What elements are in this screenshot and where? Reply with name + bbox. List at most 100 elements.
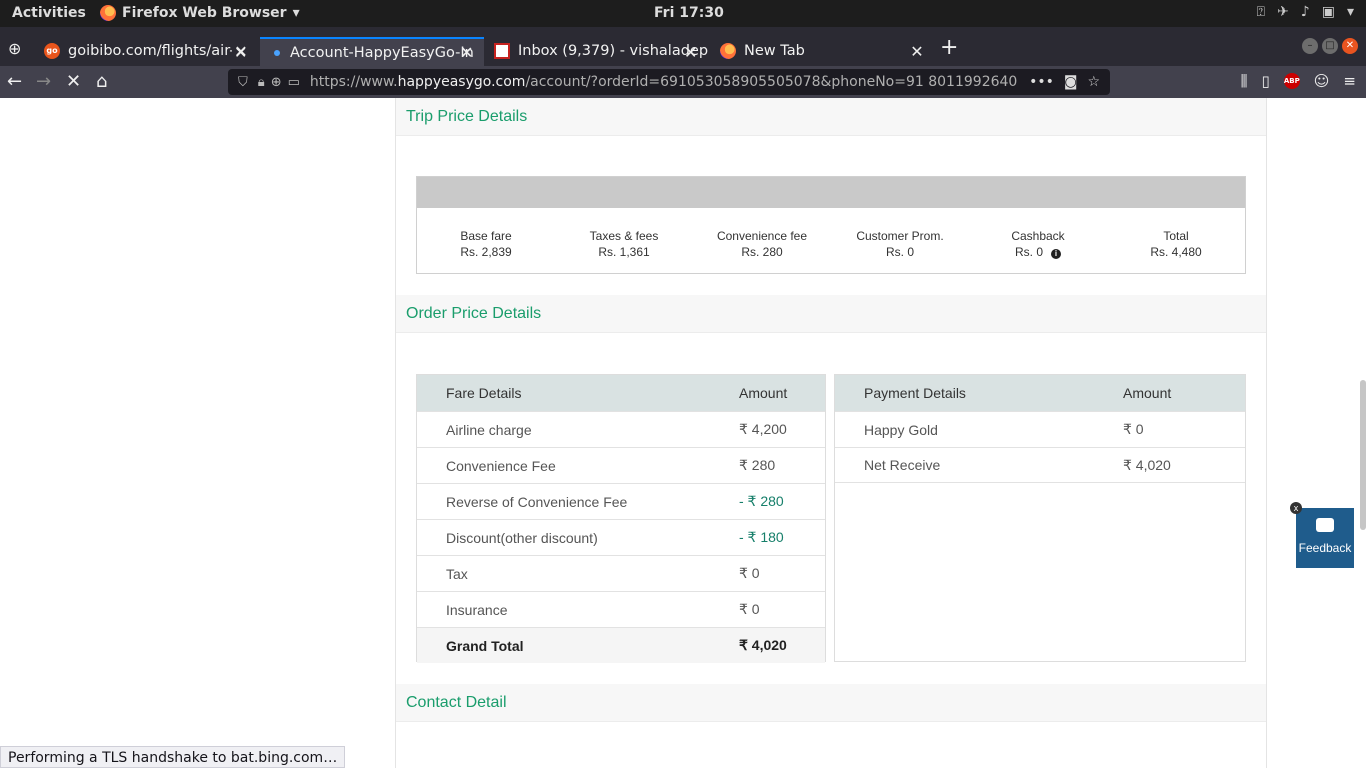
table-row: Insurance ₹ 0: [417, 591, 825, 627]
trip-price-box: Base fare Rs. 2,839 Taxes & fees Rs. 1,361…: [416, 176, 1246, 274]
trip-price-taxes: Taxes & fees Rs. 1,361: [555, 228, 693, 260]
app-menu[interactable]: Firefox Web Browser ▾: [100, 5, 300, 21]
adblock-plus-icon[interactable]: ABP: [1283, 73, 1300, 89]
trip-price-base-fare: Base fare Rs. 2,839: [417, 228, 555, 260]
price-label: Customer Prom.: [856, 229, 944, 243]
price-label: Cashback: [1011, 229, 1065, 243]
trip-price-header-bar: [417, 177, 1245, 208]
activities-button[interactable]: Activities: [12, 5, 86, 21]
shield-icon[interactable]: ⛉: [238, 75, 248, 90]
goibibo-favicon-icon: go: [44, 43, 60, 59]
library-icon[interactable]: ⫼: [1241, 72, 1248, 90]
tab-goibibo[interactable]: go goibibo.com/flights/air-C ✕: [36, 36, 258, 66]
payment-label: Net Receive: [864, 457, 941, 473]
page-scrollbar[interactable]: [1360, 380, 1366, 530]
price-value: Rs. 0: [1014, 245, 1043, 259]
price-value: Rs. 1,361: [598, 245, 650, 259]
fare-amount: - ₹ 180: [739, 529, 784, 545]
chat-bubble-icon: [1316, 518, 1334, 532]
trip-price-customer-prom: Customer Prom. Rs. 0: [831, 228, 969, 260]
grand-total-row: Grand Total ₹ 4,020: [417, 627, 825, 663]
tab-title: Inbox (9,379) - vishaladep: [518, 43, 708, 59]
sidebar-icon[interactable]: ▯: [1262, 72, 1270, 90]
fare-amount: ₹ 4,200: [739, 421, 787, 437]
chevron-down-icon: ▾: [292, 5, 300, 21]
close-icon[interactable]: ✕: [908, 42, 926, 61]
booking-card: Trip Price Details Base fare Rs. 2,839 Ta…: [395, 98, 1267, 768]
price-value: Rs. 4,480: [1150, 245, 1202, 259]
tab-happyeasygo[interactable]: Account-HappyEasyGo-In: [260, 37, 484, 67]
reader-view-icon[interactable]: ▭: [288, 75, 300, 90]
battery-icon: ▣: [1321, 4, 1335, 20]
permissions-icon[interactable]: ⊕: [271, 75, 282, 90]
trip-price-convenience: Convenience fee Rs. 280: [693, 228, 831, 260]
minimize-icon[interactable]: –: [1302, 38, 1318, 54]
order-price-heading: Order Price Details: [396, 295, 1266, 333]
feedback-button[interactable]: x Feedback: [1290, 502, 1354, 568]
firefox-icon: [720, 43, 736, 59]
payment-details-table: Payment Details Amount Happy Gold ₹ 0 Net…: [834, 374, 1246, 662]
extension-icon[interactable]: ☺: [1314, 72, 1330, 90]
fare-label: Reverse of Convenience Fee: [446, 493, 628, 510]
mail-favicon-icon: [494, 43, 510, 59]
forward-arrow-icon[interactable]: →: [36, 71, 51, 92]
table-header: Payment Details Amount: [835, 375, 1245, 411]
app-menu-label: Firefox Web Browser: [122, 5, 287, 21]
page-actions-icon[interactable]: •••: [1029, 74, 1054, 90]
system-tray[interactable]: ⍰ ✈ ♪ ▣ ▾: [1257, 4, 1354, 20]
column-header: Fare Details: [446, 385, 522, 401]
feedback-label: Feedback: [1298, 541, 1352, 555]
navigation-toolbar: ← → ✕ ⌂ ⛉ 🔒︎ ⊕ ▭ https://www.happyeasygo…: [0, 66, 1366, 98]
table-row: Airline charge ₹ 4,200: [417, 411, 825, 447]
stop-loading-icon[interactable]: ✕: [66, 71, 81, 92]
close-icon[interactable]: ✕: [234, 43, 247, 62]
url-domain: happyeasygo.com: [397, 74, 526, 90]
clock[interactable]: Fri 17:30: [654, 5, 724, 21]
price-label: Taxes & fees: [589, 229, 659, 243]
home-icon[interactable]: ⌂: [96, 71, 107, 92]
close-feedback-icon[interactable]: x: [1290, 502, 1302, 514]
column-header: Payment Details: [864, 385, 966, 401]
maximize-icon[interactable]: □: [1322, 38, 1338, 54]
fare-label: Convenience Fee: [446, 457, 556, 474]
window-controls: – □ ✕: [1302, 38, 1358, 54]
url-bar[interactable]: ⛉ 🔒︎ ⊕ ▭ https://www.happyeasygo.com/acc…: [228, 69, 1110, 95]
url-path: /account/?orderId=691053058905505078&pho…: [525, 74, 1018, 90]
info-icon[interactable]: i: [1051, 249, 1061, 259]
fare-details-table: Fare Details Amount Airline charge ₹ 4,20…: [416, 374, 826, 663]
hamburger-menu-icon[interactable]: ≡: [1343, 72, 1356, 90]
table-header: Fare Details Amount: [417, 375, 825, 411]
close-icon[interactable]: ✕: [684, 43, 697, 62]
trip-price-columns: Base fare Rs. 2,839 Taxes & fees Rs. 1,361…: [417, 208, 1245, 260]
firefox-icon: [100, 5, 116, 21]
bookmark-star-icon[interactable]: ☆: [1087, 74, 1100, 90]
chevron-down-icon: ▾: [1346, 4, 1354, 20]
tab-new-tab[interactable]: New Tab ✕: [712, 36, 934, 66]
back-arrow-icon[interactable]: ←: [7, 71, 22, 92]
network-icon: ⍰: [1256, 4, 1266, 20]
table-row: Tax ₹ 0: [417, 555, 825, 591]
grand-total-amount: ₹ 4,020: [739, 637, 787, 653]
tab-title: New Tab: [744, 43, 805, 59]
close-icon[interactable]: ✕: [460, 43, 473, 62]
url-text[interactable]: https://www.happyeasygo.com/account/?ord…: [310, 74, 1029, 90]
globe-icon[interactable]: ⊕: [8, 39, 21, 58]
status-bar-text: Performing a TLS handshake to bat.bing.c…: [0, 746, 346, 768]
fare-label: Airline charge: [446, 421, 532, 438]
fare-label: Tax: [446, 565, 468, 582]
loading-dot-icon: [274, 50, 280, 56]
fare-amount: ₹ 0: [739, 565, 760, 581]
contact-detail-heading: Contact Detail: [396, 684, 1266, 722]
tab-inbox[interactable]: Inbox (9,379) - vishaladep: [486, 36, 708, 66]
airplane-icon: ✈: [1277, 4, 1289, 20]
lock-icon[interactable]: 🔒︎: [258, 75, 265, 90]
trip-price-heading: Trip Price Details: [396, 98, 1266, 136]
price-label: Base fare: [460, 229, 512, 243]
pocket-icon[interactable]: ◙: [1064, 74, 1078, 90]
table-row: Reverse of Convenience Fee - ₹ 280: [417, 483, 825, 519]
close-window-icon[interactable]: ✕: [1342, 38, 1358, 54]
tab-title: goibibo.com/flights/air-C: [68, 43, 232, 59]
new-tab-button[interactable]: +: [940, 35, 958, 60]
table-row: Discount(other discount) - ₹ 180: [417, 519, 825, 555]
column-header: Amount: [1123, 385, 1172, 401]
